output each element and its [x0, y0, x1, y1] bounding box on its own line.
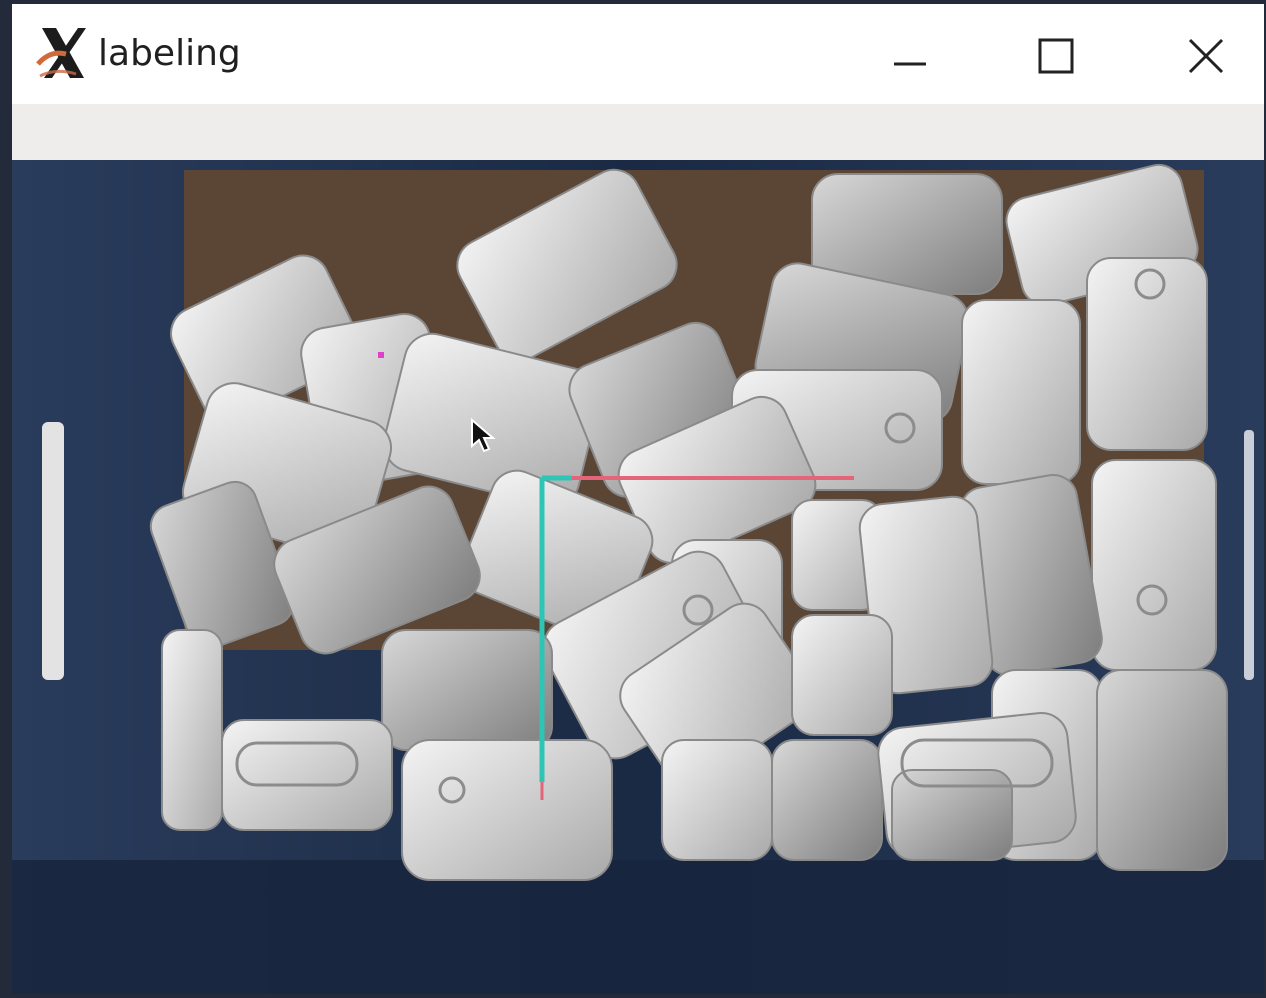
mouse-pointer-icon	[471, 418, 496, 453]
right-handle	[1244, 430, 1254, 680]
close-icon	[1186, 36, 1226, 76]
maximize-button[interactable]	[1026, 26, 1086, 86]
left-handle	[42, 422, 64, 680]
bin-image	[12, 160, 1264, 994]
x-logo-icon	[36, 24, 90, 82]
window-title: labeling	[98, 33, 241, 74]
maximize-icon	[1036, 36, 1076, 76]
close-button[interactable]	[1176, 26, 1236, 86]
annotation-marker	[378, 352, 384, 358]
title-bar[interactable]: labeling	[12, 4, 1264, 104]
image-canvas[interactable]	[12, 160, 1264, 994]
app-window: labeling	[12, 4, 1264, 994]
minimize-icon	[890, 36, 930, 76]
toolbar-strip	[12, 104, 1264, 160]
minimize-button[interactable]	[880, 26, 940, 86]
